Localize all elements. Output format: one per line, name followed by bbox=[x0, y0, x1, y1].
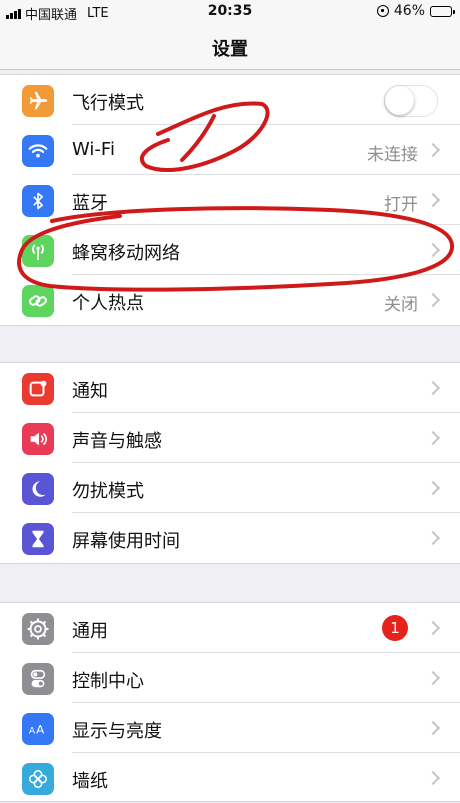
settings-row-display-brightness[interactable]: AA 显示与亮度 bbox=[0, 703, 460, 753]
chevron-right-icon bbox=[425, 142, 441, 158]
svg-text:A: A bbox=[29, 726, 36, 737]
wifi-status: 未连接 bbox=[367, 145, 418, 165]
toggles-icon bbox=[22, 663, 54, 695]
chevron-right-icon bbox=[425, 430, 441, 446]
flower-icon bbox=[22, 763, 54, 795]
settings-row-notifications[interactable]: 通知 bbox=[0, 363, 460, 413]
chevron-right-icon bbox=[425, 292, 441, 308]
general-label: 通用 bbox=[72, 621, 108, 642]
toggle-knob bbox=[385, 86, 414, 115]
speaker-icon bbox=[22, 423, 54, 455]
settings-row-do-not-disturb[interactable]: 勿扰模式 bbox=[0, 463, 460, 513]
rotation-lock-icon bbox=[376, 5, 389, 17]
settings-row-airplane-mode: 飞行模式 bbox=[0, 75, 460, 125]
settings-row-screen-time[interactable]: 屏幕使用时间 bbox=[0, 513, 460, 563]
control-center-label: 控制中心 bbox=[72, 671, 144, 692]
chevron-right-icon bbox=[425, 380, 441, 396]
chevron-right-icon bbox=[425, 242, 441, 258]
text-size-icon: AA bbox=[22, 713, 54, 745]
update-badge: 1 bbox=[382, 615, 408, 641]
page-title: 设置 bbox=[212, 39, 248, 60]
settings-row-cellular[interactable]: 蜂窝移动网络 bbox=[0, 225, 460, 275]
chevron-right-icon bbox=[425, 670, 441, 686]
screen-time-label: 屏幕使用时间 bbox=[72, 531, 180, 552]
chevron-right-icon bbox=[425, 770, 441, 786]
settings-row-bluetooth[interactable]: 蓝牙 打开 bbox=[0, 175, 460, 225]
settings-row-wifi[interactable]: Wi-Fi 未连接 bbox=[0, 125, 460, 175]
notifications-label: 通知 bbox=[72, 381, 108, 402]
wallpaper-label: 墙纸 bbox=[72, 771, 108, 792]
airplane-mode-toggle[interactable] bbox=[384, 85, 438, 117]
settings-group-general: 通用 1 控制中心 AA 显示与亮度 墙纸 bbox=[0, 602, 460, 802]
battery-percent: 46% bbox=[393, 3, 425, 19]
gear-icon bbox=[22, 613, 54, 645]
settings-row-general[interactable]: 通用 1 bbox=[0, 603, 460, 653]
wifi-icon bbox=[22, 135, 54, 167]
bluetooth-icon bbox=[22, 185, 54, 217]
chevron-right-icon bbox=[425, 620, 441, 636]
display-brightness-label: 显示与亮度 bbox=[72, 721, 162, 742]
notifications-icon bbox=[22, 373, 54, 405]
cellular-antenna-icon bbox=[22, 235, 54, 267]
wifi-label: Wi-Fi bbox=[72, 139, 115, 160]
chevron-right-icon bbox=[425, 480, 441, 496]
navigation-bar: 设置 bbox=[0, 24, 460, 70]
hotspot-label: 个人热点 bbox=[72, 293, 144, 314]
settings-group-notifications: 通知 声音与触感 勿扰模式 屏幕使用时间 bbox=[0, 362, 460, 564]
bluetooth-label: 蓝牙 bbox=[72, 193, 108, 214]
settings-row-personal-hotspot[interactable]: 个人热点 关闭 bbox=[0, 275, 460, 325]
cellular-label: 蜂窝移动网络 bbox=[72, 243, 180, 264]
settings-group-connectivity: 飞行模式 Wi-Fi 未连接 蓝牙 打开 蜂窝移动网络 个人热点 关闭 bbox=[0, 74, 460, 326]
hotspot-status: 关闭 bbox=[384, 295, 418, 315]
chevron-right-icon bbox=[425, 192, 441, 208]
hotspot-link-icon bbox=[22, 285, 54, 317]
battery-icon bbox=[430, 5, 455, 17]
bluetooth-status: 打开 bbox=[384, 195, 418, 215]
svg-text:A: A bbox=[36, 723, 45, 737]
sounds-label: 声音与触感 bbox=[72, 431, 162, 452]
status-bar: 中国联通 LTE 20:35 46% bbox=[0, 0, 460, 24]
airplane-icon bbox=[22, 85, 54, 117]
hourglass-icon bbox=[22, 523, 54, 555]
do-not-disturb-label: 勿扰模式 bbox=[72, 481, 144, 502]
chevron-right-icon bbox=[425, 530, 441, 546]
chevron-right-icon bbox=[425, 720, 441, 736]
moon-icon bbox=[22, 473, 54, 505]
airplane-mode-label: 飞行模式 bbox=[72, 93, 144, 114]
settings-row-sounds[interactable]: 声音与触感 bbox=[0, 413, 460, 463]
settings-row-control-center[interactable]: 控制中心 bbox=[0, 653, 460, 703]
status-right: 46% bbox=[376, 3, 455, 19]
settings-row-wallpaper[interactable]: 墙纸 bbox=[0, 753, 460, 803]
